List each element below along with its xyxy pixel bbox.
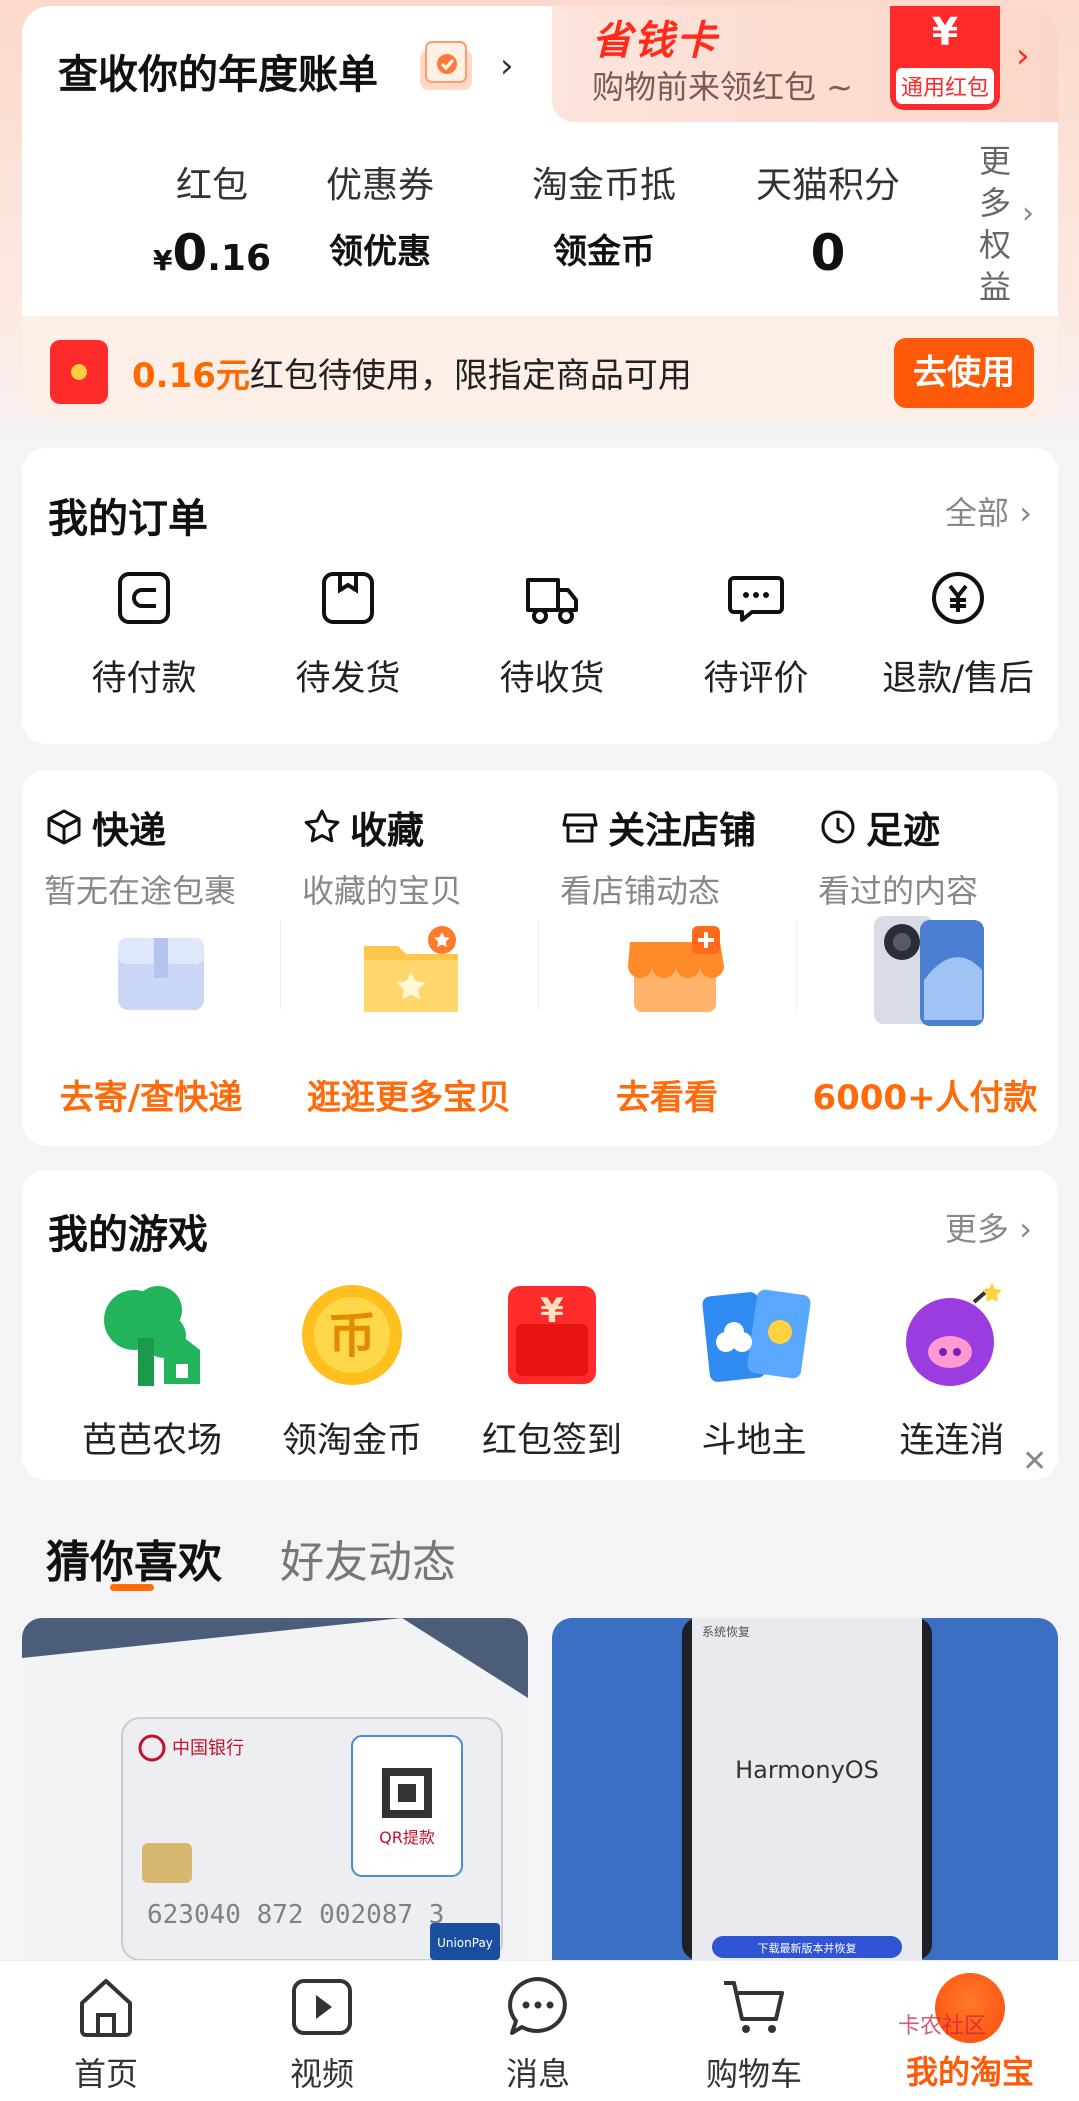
svg-text:系统恢复: 系统恢复 bbox=[702, 1625, 750, 1639]
red-envelope-icon: ¥ bbox=[508, 1286, 596, 1384]
nav-messages[interactable]: 消息 bbox=[458, 1973, 618, 2095]
active-tab-indicator bbox=[110, 1584, 154, 1591]
quick-footprints[interactable]: 足迹 看过的内容 bbox=[818, 800, 1076, 912]
message-icon bbox=[508, 1977, 567, 2035]
orders-title: 我的订单 bbox=[48, 496, 208, 542]
home-icon bbox=[80, 1979, 132, 2037]
tab-friend-activity[interactable]: 好友动态 bbox=[280, 1526, 456, 1590]
game-baba-farm[interactable]: 芭芭农场 bbox=[52, 1280, 252, 1463]
phone-product-thumbnail bbox=[874, 916, 984, 1026]
farm-tree-icon bbox=[104, 1286, 200, 1386]
game-gold-coins[interactable]: 币 领淘金币 bbox=[252, 1280, 452, 1463]
nav-video[interactable]: 视频 bbox=[242, 1973, 402, 2095]
svg-text:币: 币 bbox=[328, 1308, 376, 1364]
redpack-reminder-text: 0.16元红包待使用，限指定商品可用 bbox=[132, 356, 692, 396]
orders-card: 我的订单 全部 › 待付款 待发货 待收货 待评价 退款/售后 bbox=[22, 448, 1058, 744]
svg-text:中国银行: 中国银行 bbox=[172, 1738, 244, 1759]
games-card: 我的游戏 更多 › 芭芭农场 币 领淘金币 ¥ 红包签到 斗地主 连连消 bbox=[22, 1170, 1058, 1480]
asset-value: 领金币 bbox=[553, 232, 655, 272]
order-refund-aftersale[interactable]: 退款/售后 bbox=[856, 568, 1060, 701]
asset-taojinbi[interactable]: 淘金币抵 领金币 bbox=[504, 156, 704, 273]
asset-label: 淘金币抵 bbox=[531, 165, 676, 206]
game-lianlianxiao[interactable]: 连连消 bbox=[852, 1280, 1052, 1463]
promo-badge-label: 通用红包 bbox=[896, 68, 994, 104]
asset-coupon[interactable]: 优惠券 领优惠 bbox=[280, 156, 480, 273]
divider bbox=[538, 920, 539, 1010]
video-icon bbox=[292, 1979, 352, 2035]
feed-card-phone[interactable]: 系统恢复 HarmonyOS 下载最新版本并恢复 bbox=[552, 1618, 1058, 1960]
redpack-reminder-bar: 0.16元红包待使用，限指定商品可用 去使用 bbox=[22, 316, 1058, 418]
phone-photo: 系统恢复 HarmonyOS 下载最新版本并恢复 bbox=[552, 1618, 1058, 1960]
promo-subtitle: 购物前来领红包 ~ bbox=[592, 68, 853, 106]
clock-icon bbox=[821, 810, 855, 844]
asset-label: 优惠券 bbox=[325, 165, 434, 206]
gold-coin-icon: 币 bbox=[302, 1285, 402, 1385]
stores-cta[interactable]: 去看看 bbox=[538, 1070, 796, 1119]
games-title: 我的游戏 bbox=[48, 1212, 208, 1258]
quick-entries-card: 快递 暂无在途包裹 收藏 收藏的宝贝 关注店铺 看店铺动态 足迹 看过的内容 去… bbox=[22, 770, 1058, 1146]
order-pending-shipment[interactable]: 待发货 bbox=[246, 568, 450, 701]
close-icon[interactable]: ✕ bbox=[1022, 1444, 1047, 1479]
bomb-pig-icon bbox=[906, 1282, 1002, 1386]
asset-label: 天猫积分 bbox=[755, 165, 900, 206]
store-illustration bbox=[628, 926, 724, 1012]
yen-icon: ¥ bbox=[931, 10, 959, 54]
order-pending-payment[interactable]: 待付款 bbox=[42, 568, 246, 701]
box-icon bbox=[47, 809, 81, 845]
svg-text:下载最新版本并恢复: 下载最新版本并恢复 bbox=[758, 1941, 857, 1955]
game-redpack-checkin[interactable]: ¥ 红包签到 bbox=[452, 1280, 652, 1463]
asset-tmall-points[interactable]: 天猫积分 0 bbox=[728, 156, 928, 282]
nav-home[interactable]: 首页 bbox=[26, 1973, 186, 2095]
favorites-folder-illustration bbox=[364, 926, 458, 1012]
orders-all-link[interactable]: 全部 › bbox=[945, 488, 1032, 534]
wallet-icon bbox=[118, 572, 170, 624]
promo-redbag-badge: ¥ 通用红包 bbox=[890, 6, 1000, 110]
order-pending-review[interactable]: 待评价 bbox=[654, 568, 858, 701]
quick-followed-stores[interactable]: 关注店铺 看店铺动态 bbox=[560, 800, 818, 912]
more-rights-link[interactable]: 更 多 权 益 bbox=[970, 140, 1020, 308]
promo-chevron-icon: › bbox=[1016, 36, 1030, 76]
svg-text:¥: ¥ bbox=[540, 1291, 564, 1331]
asset-card: 查收你的年度账单 › 省钱卡 购物前来领红包 ~ ¥ 通用红包 › 红包 ¥0.… bbox=[22, 6, 1058, 418]
svg-text:623040 872 002087 3: 623040 872 002087 3 bbox=[147, 1900, 444, 1930]
comment-icon bbox=[728, 576, 784, 622]
cart-icon bbox=[724, 1981, 784, 2033]
watermark: 卡农社区 bbox=[898, 2014, 987, 2039]
empty-package-illustration bbox=[118, 938, 204, 1010]
footprints-cta[interactable]: 6000+人付款 bbox=[796, 1070, 1054, 1119]
feed-card-bankcard[interactable]: 中国银行 QR提款 623040 872 002087 3 UnionPay bbox=[22, 1618, 528, 1960]
nav-cart[interactable]: 购物车 bbox=[674, 1973, 834, 2095]
star-icon bbox=[304, 809, 340, 843]
promo-title: 省钱卡 bbox=[592, 18, 718, 64]
promo-banner[interactable]: 省钱卡 购物前来领红包 ~ ¥ 通用红包 › bbox=[552, 6, 1058, 122]
package-icon bbox=[322, 572, 374, 624]
poker-cards-icon bbox=[702, 1289, 811, 1382]
svg-text:QR提款: QR提款 bbox=[379, 1828, 435, 1847]
favorites-cta[interactable]: 逛逛更多宝贝 bbox=[280, 1070, 538, 1119]
games-more-link[interactable]: 更多 › bbox=[945, 1204, 1032, 1250]
express-cta[interactable]: 去寄/查快递 bbox=[22, 1070, 280, 1119]
divider bbox=[796, 920, 797, 1010]
bill-badge-icon bbox=[420, 41, 472, 90]
quick-favorites[interactable]: 收藏 收藏的宝贝 bbox=[302, 800, 560, 912]
bill-chevron-icon: › bbox=[500, 46, 514, 86]
more-rights-chevron-icon: › bbox=[1022, 196, 1034, 231]
annual-bill-link[interactable]: 查收你的年度账单 bbox=[58, 42, 378, 100]
order-pending-receipt[interactable]: 待收货 bbox=[450, 568, 654, 701]
bankcard-photo: 中国银行 QR提款 623040 872 002087 3 UnionPay bbox=[22, 1618, 528, 1960]
red-envelope-icon bbox=[50, 340, 108, 404]
game-doudizhu[interactable]: 斗地主 bbox=[654, 1280, 854, 1463]
svg-text:UnionPay: UnionPay bbox=[437, 1936, 493, 1950]
store-icon bbox=[562, 813, 598, 843]
truck-icon bbox=[526, 578, 578, 624]
asset-value: 领优惠 bbox=[329, 232, 431, 272]
tab-guess-you-like[interactable]: 猜你喜欢 bbox=[46, 1526, 222, 1590]
use-redpack-button[interactable]: 去使用 bbox=[894, 338, 1034, 408]
quick-express[interactable]: 快递 暂无在途包裹 bbox=[44, 800, 302, 912]
refund-icon bbox=[932, 572, 984, 624]
asset-value: 0 bbox=[810, 224, 846, 282]
divider bbox=[280, 920, 281, 1010]
svg-text:HarmonyOS: HarmonyOS bbox=[735, 1756, 879, 1784]
